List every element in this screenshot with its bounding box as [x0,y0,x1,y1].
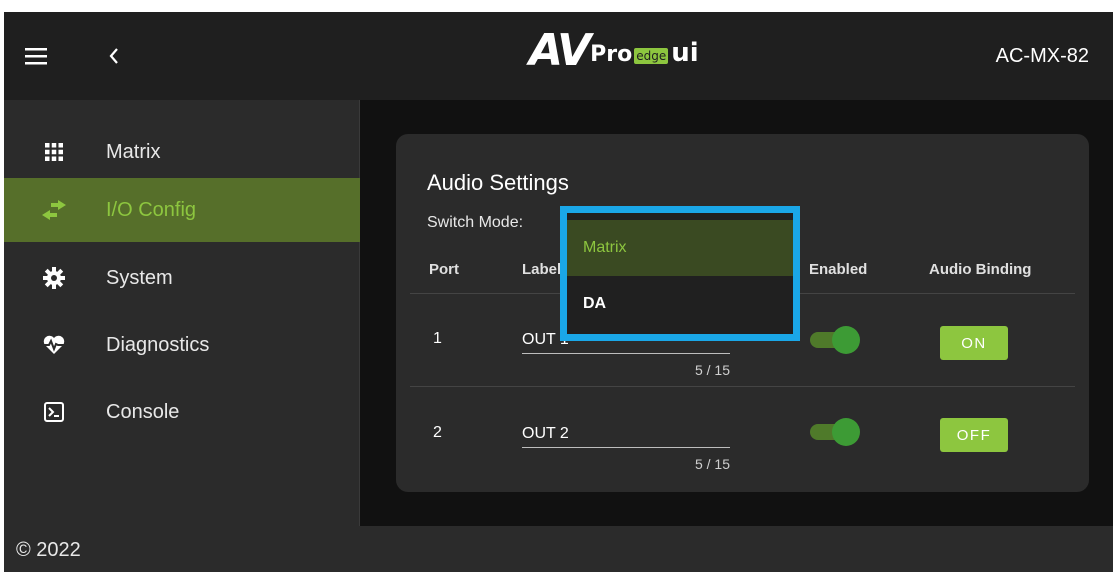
app-window: AV Pro edge ui AC-MX-82 Matrix I/O Confi… [4,12,1113,572]
character-counter: 5 / 15 [694,456,730,472]
input-underline [522,447,730,448]
card-title: Audio Settings [427,170,569,195]
label-input-value: OUT 2 [522,425,569,442]
sidebar-item-label: Matrix [106,140,161,163]
sidebar-item-label: System [106,266,173,289]
sidebar-item-diagnostics[interactable]: Diagnostics [4,313,360,377]
enabled-toggle[interactable] [810,418,862,446]
copyright-text: © 2022 [16,539,81,561]
heartbeat-icon [42,333,66,357]
audio-binding-button[interactable]: ON [940,326,1008,360]
device-name: AC-MX-82 [995,45,1089,67]
logo-ui-text: ui [671,38,699,68]
toggle-thumb [832,418,860,446]
character-counter: 5 / 15 [694,362,730,378]
top-bar: AV Pro edge ui AC-MX-82 [4,12,1113,100]
enabled-toggle[interactable] [810,326,862,354]
dropdown-option-da[interactable]: DA [567,276,793,332]
sidebar-item-io-config[interactable]: I/O Config [4,178,360,242]
input-underline [522,353,730,354]
port-number: 1 [433,330,442,347]
audio-binding-button[interactable]: OFF [940,418,1008,452]
logo-pro-text: Pro [590,41,633,67]
switch-mode-label: Switch Mode: [427,214,524,231]
dropdown-option-matrix[interactable]: Matrix [567,220,793,276]
label-input[interactable]: OUT 2 5 / 15 [522,425,730,475]
grid-icon [42,140,66,164]
column-header-port: Port [429,261,459,278]
terminal-icon [42,400,66,424]
footer: © 2022 [4,526,1113,572]
sidebar-item-system[interactable]: System [4,246,360,310]
sidebar: Matrix I/O Config System Diagnostics Con… [4,100,360,526]
sidebar-item-label: Diagnostics [106,333,210,356]
logo-edge-text: edge [634,47,669,64]
swap-arrows-icon [42,198,66,222]
avpro-edge-ui-logo: AV Pro edge ui [529,28,699,74]
toggle-thumb [832,326,860,354]
row-divider [410,386,1075,387]
hamburger-menu-icon[interactable] [14,34,58,78]
sidebar-item-matrix[interactable]: Matrix [4,120,360,184]
port-number: 2 [433,424,442,441]
sidebar-item-label: Console [106,400,180,423]
sidebar-item-label: I/O Config [106,198,197,221]
column-header-label: Label [522,261,562,278]
switch-mode-dropdown: Matrix DA [560,206,800,341]
gear-icon [42,266,66,290]
chevron-left-icon[interactable] [92,34,136,78]
sidebar-item-console[interactable]: Console [4,380,360,444]
column-header-audio-binding: Audio Binding [929,261,1032,278]
logo-av-text: AV [529,25,591,76]
column-header-enabled: Enabled [809,261,868,278]
